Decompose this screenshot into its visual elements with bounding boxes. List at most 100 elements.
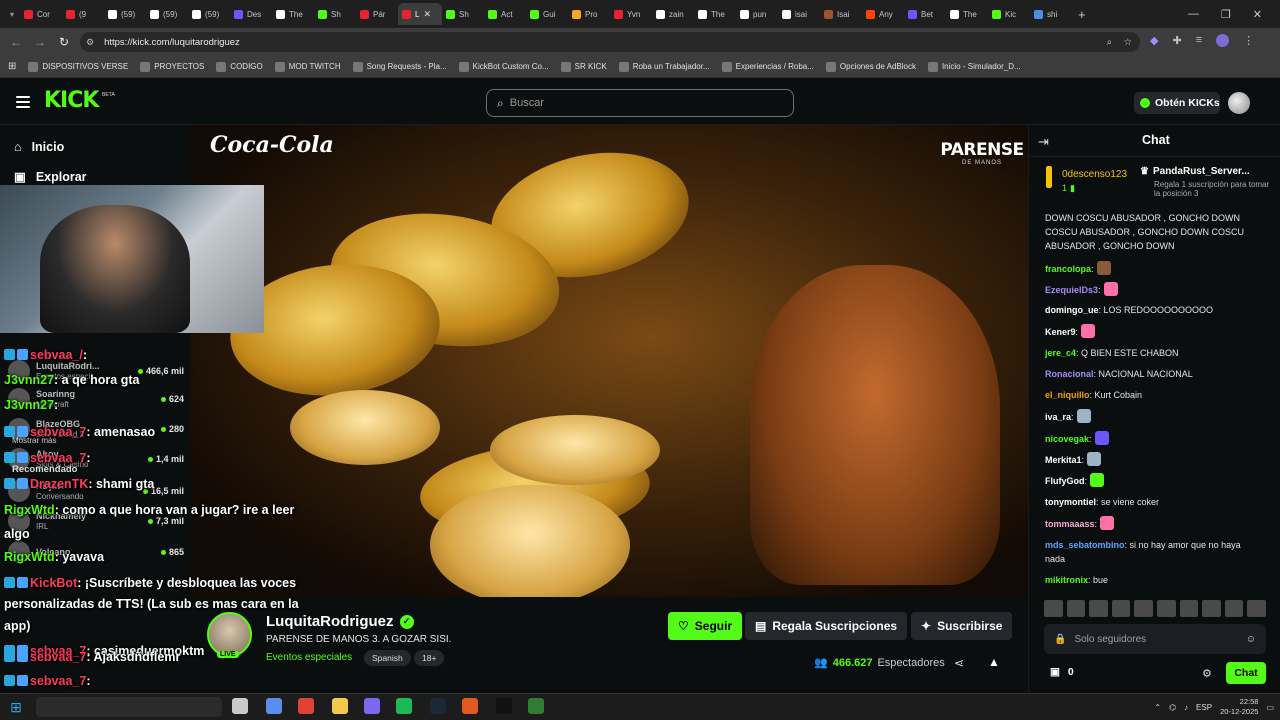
chat-username[interactable]: jere_c4 bbox=[1045, 348, 1076, 358]
search-input[interactable]: ⌕ Buscar bbox=[486, 89, 794, 117]
collapse-chat-icon[interactable]: ⇥ bbox=[1038, 134, 1049, 150]
address-bar[interactable]: ⚙ https://kick.com/luquitarodriguez ⌕ ☆ bbox=[80, 32, 1140, 52]
copilot-icon[interactable] bbox=[266, 698, 282, 714]
gift-subs-button[interactable]: ▤ Regala Suscripciones bbox=[745, 612, 908, 640]
bookmark-item[interactable]: Opciones de AdBlock bbox=[825, 61, 916, 72]
chat-username[interactable]: Kener9 bbox=[1045, 327, 1076, 337]
task-view-icon[interactable] bbox=[232, 698, 248, 714]
clock[interactable]: 22:58 20-12-2025 bbox=[1220, 697, 1258, 717]
bookmark-item[interactable]: KickBot Custom Co... bbox=[458, 61, 549, 72]
get-kicks-button[interactable]: Obtén KICKs bbox=[1134, 92, 1220, 114]
tag-language[interactable]: Spanish bbox=[364, 650, 411, 666]
browser-tab[interactable]: Isai bbox=[820, 3, 862, 25]
follow-button[interactable]: ♡ Seguir bbox=[668, 612, 743, 640]
close-tab-icon[interactable]: ✕ bbox=[423, 9, 431, 20]
zoom-icon[interactable]: ⌕ bbox=[1107, 37, 1112, 48]
chat-username[interactable]: el_niquillo bbox=[1045, 390, 1090, 400]
reload-icon[interactable]: ↻ bbox=[52, 35, 76, 49]
obs-icon[interactable] bbox=[496, 698, 512, 714]
browser-tab[interactable]: Pár bbox=[356, 3, 398, 25]
browser-tab[interactable]: (59) bbox=[104, 3, 146, 25]
quick-emote-icon[interactable] bbox=[1066, 600, 1086, 617]
tray-chevron-icon[interactable]: ⌃ bbox=[1154, 703, 1161, 712]
bookmark-item[interactable]: DISPOSITIVOS VERSE bbox=[28, 61, 128, 72]
browser-tab[interactable]: Bet bbox=[904, 3, 946, 25]
chat-username[interactable]: tonymontiel bbox=[1045, 497, 1096, 507]
browser-tab[interactable]: Pro bbox=[568, 3, 610, 25]
browser-tab[interactable]: isai bbox=[778, 3, 820, 25]
quick-emote-icon[interactable] bbox=[1179, 600, 1199, 617]
browser-tab[interactable]: Gui bbox=[526, 3, 568, 25]
browser-tab[interactable]: The bbox=[272, 3, 314, 25]
leaderboard-top-user[interactable]: PandaRust_Server... bbox=[1153, 166, 1250, 177]
apps-grid-icon[interactable]: ⊞ bbox=[8, 61, 16, 72]
chat-username[interactable]: tommaaass bbox=[1045, 519, 1095, 529]
notifications-icon[interactable]: ▭ bbox=[1266, 703, 1274, 712]
browser-tab[interactable]: Sh bbox=[314, 3, 356, 25]
close-window-icon[interactable]: ✕ bbox=[1253, 8, 1262, 21]
steam-icon[interactable] bbox=[430, 698, 446, 714]
chat-username[interactable]: mds_sebatombino bbox=[1045, 540, 1125, 550]
volume-icon[interactable]: ♪ bbox=[1184, 703, 1188, 712]
bookmark-item[interactable]: MOD TWITCH bbox=[274, 61, 341, 72]
chat-username[interactable]: nicovegak bbox=[1045, 434, 1089, 444]
new-tab-button[interactable]: + bbox=[1078, 7, 1086, 22]
sidebar-item-inicio[interactable]: ⌂ Inicio bbox=[14, 140, 64, 154]
bookmark-item[interactable]: Roba un Trabajador... bbox=[618, 61, 710, 72]
hamburger-menu-icon[interactable] bbox=[16, 96, 30, 108]
quick-emote-icon[interactable] bbox=[1156, 600, 1176, 617]
browser-tab[interactable]: Kic bbox=[988, 3, 1030, 25]
chat-username[interactable]: domingo_ue bbox=[1045, 305, 1099, 315]
site-info-icon[interactable]: ⚙ bbox=[86, 37, 94, 48]
tag-age[interactable]: 18+ bbox=[414, 650, 445, 666]
extension-icon[interactable]: ◆ bbox=[1150, 34, 1158, 47]
network-icon[interactable]: ⌬ bbox=[1169, 703, 1176, 712]
brave-icon[interactable] bbox=[462, 698, 478, 714]
chrome-icon[interactable] bbox=[298, 698, 314, 714]
discord-icon[interactable] bbox=[364, 698, 380, 714]
browser-tab[interactable]: Cor bbox=[20, 3, 62, 25]
chat-input[interactable]: 🔒 Solo seguidores ☺ bbox=[1044, 624, 1266, 654]
browser-tab[interactable]: shi bbox=[1030, 3, 1072, 25]
browser-tab[interactable]: Any bbox=[862, 3, 904, 25]
browser-tab[interactable]: Yvn bbox=[610, 3, 652, 25]
quick-emote-icon[interactable] bbox=[1044, 600, 1063, 617]
quick-emote-icon[interactable] bbox=[1224, 600, 1244, 617]
chat-username[interactable]: iva_ra bbox=[1045, 412, 1071, 422]
chat-username[interactable]: FlufyGod bbox=[1045, 476, 1085, 486]
chat-username[interactable]: Ronacional bbox=[1045, 369, 1094, 379]
subscribe-button[interactable]: ✦ Suscribirse bbox=[911, 612, 1013, 640]
quick-emote-icon[interactable] bbox=[1202, 600, 1221, 617]
browser-tab[interactable]: (9 bbox=[62, 3, 104, 25]
file-explorer-icon[interactable] bbox=[332, 698, 348, 714]
quick-emote-icon[interactable] bbox=[1247, 600, 1266, 617]
quick-emote-icon[interactable] bbox=[1089, 600, 1108, 617]
browser-tab[interactable]: (59) bbox=[188, 3, 230, 25]
browser-tab[interactable]: Sh bbox=[442, 3, 484, 25]
media-icon[interactable]: ≡ bbox=[1196, 34, 1202, 47]
report-icon[interactable]: ▲ bbox=[988, 655, 1000, 669]
language-indicator[interactable]: ESP bbox=[1196, 703, 1212, 712]
bookmark-star-icon[interactable]: ☆ bbox=[1123, 37, 1132, 48]
forward-icon[interactable]: → bbox=[28, 35, 52, 49]
chat-send-button[interactable]: Chat bbox=[1226, 662, 1266, 684]
start-icon[interactable]: ⊞ bbox=[4, 697, 28, 717]
chat-username[interactable]: mikitronix bbox=[1045, 575, 1088, 585]
menu-icon[interactable]: ⋮ bbox=[1243, 34, 1254, 47]
app-icon[interactable] bbox=[528, 698, 544, 714]
browser-tab[interactable]: The bbox=[694, 3, 736, 25]
quick-emote-icon[interactable] bbox=[1134, 600, 1153, 617]
bookmark-item[interactable]: Experiencias / Roba... bbox=[721, 61, 814, 72]
bookmark-item[interactable]: Inicio - Simulador_D... bbox=[927, 61, 1021, 72]
leaderboard-user[interactable]: 0descenso123 bbox=[1062, 169, 1127, 180]
puzzle-icon[interactable]: ✚ bbox=[1172, 34, 1181, 47]
back-icon[interactable]: ← bbox=[4, 35, 28, 49]
bookmark-item[interactable]: SR KICK bbox=[560, 61, 607, 72]
kicks-balance[interactable]: ▣ 0 bbox=[1050, 666, 1074, 678]
restore-icon[interactable]: ❐ bbox=[1221, 8, 1231, 21]
browser-tab[interactable]: The bbox=[946, 3, 988, 25]
spotify-icon[interactable] bbox=[396, 698, 412, 714]
sidebar-item-explorar[interactable]: ▣ Explorar bbox=[14, 169, 87, 185]
user-avatar[interactable] bbox=[1228, 92, 1250, 114]
browser-tab[interactable]: pun bbox=[736, 3, 778, 25]
